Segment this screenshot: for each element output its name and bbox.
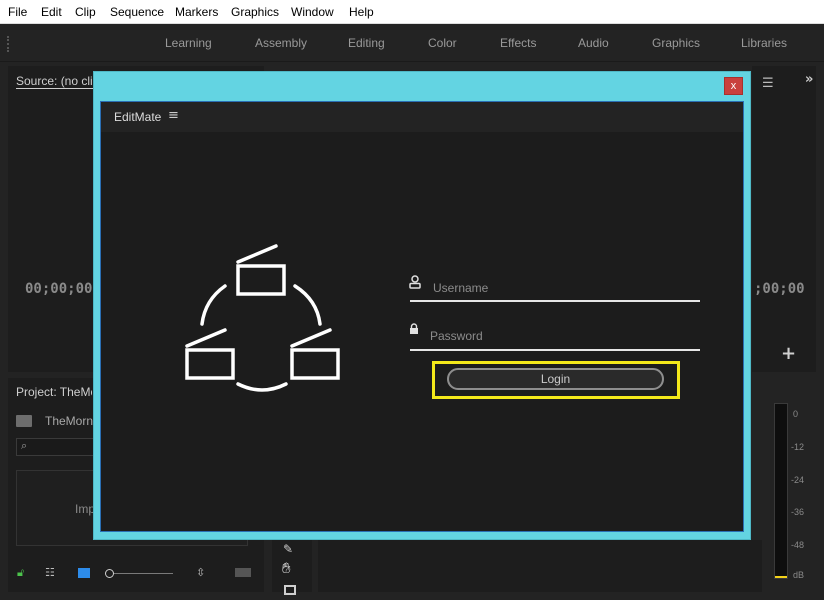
bin-icon — [16, 415, 32, 427]
automate-icon[interactable] — [235, 568, 251, 577]
menu-edit[interactable]: Edit — [41, 5, 62, 19]
list-view-icon[interactable]: ☷ — [45, 566, 55, 579]
editmate-logo — [185, 244, 340, 392]
program-panel — [752, 66, 816, 372]
tab-editing[interactable]: Editing — [348, 36, 385, 50]
source-panel-title[interactable]: Source: (no clip — [16, 74, 94, 89]
import-text: Imp — [75, 502, 96, 516]
audio-meter — [774, 403, 788, 579]
project-bin-name: TheMorni — [45, 414, 93, 428]
meter-label-db: dB — [793, 570, 805, 580]
password-input[interactable]: Password — [430, 329, 483, 343]
menu-clip[interactable]: Clip — [75, 5, 96, 19]
logo-arc-right — [293, 284, 322, 326]
workspace-bar: Learning Assembly Editing Color Effects … — [0, 24, 824, 62]
menu-markers[interactable]: Markers — [175, 5, 218, 19]
logo-arc-bottom — [236, 382, 288, 392]
login-button[interactable]: Login — [447, 368, 664, 390]
timeline-panel — [318, 540, 762, 592]
meter-label-24: -24 — [791, 475, 805, 485]
username-underline — [410, 300, 700, 302]
hamburger-menu-icon[interactable]: ≡ — [168, 108, 179, 123]
meter-label-0: 0 — [793, 409, 799, 419]
expand-chevron-icon[interactable]: » — [805, 72, 813, 87]
icon-view-icon[interactable] — [78, 568, 90, 578]
close-button[interactable]: x — [724, 77, 743, 95]
username-input[interactable]: Username — [433, 281, 488, 295]
search-icon: ⌕ — [21, 439, 28, 452]
hand-tool-icon[interactable]: ✋︎ — [282, 559, 291, 577]
project-panel-title[interactable]: Project: TheMor — [16, 385, 92, 399]
logo-clapper-right-arm — [290, 328, 332, 348]
lock-icon[interactable]: 🔓︎ — [17, 566, 24, 580]
logo-clapper-top-arm — [236, 244, 278, 264]
menu-bar: File Edit Clip Sequence Markers Graphics… — [0, 0, 824, 24]
add-button[interactable]: + — [781, 343, 796, 364]
menu-sequence[interactable]: Sequence — [110, 5, 164, 19]
grip-handle[interactable] — [7, 36, 11, 52]
logo-clapper-top — [236, 264, 286, 296]
meter-label-36: -36 — [791, 507, 805, 517]
tab-color[interactable]: Color — [428, 36, 457, 50]
meter-label-48: -48 — [791, 540, 805, 550]
sort-icon[interactable]: ⇳ — [196, 566, 205, 579]
program-timecode: ;00;00 — [754, 281, 805, 297]
dialog-title: EditMate — [114, 110, 162, 124]
tab-learning[interactable]: Learning — [165, 36, 212, 50]
menu-window[interactable]: Window — [291, 5, 334, 19]
tab-graphics[interactable]: Graphics — [652, 36, 700, 50]
dialog-header — [101, 102, 743, 132]
lock-password-icon — [410, 323, 418, 334]
tab-audio[interactable]: Audio — [578, 36, 609, 50]
menu-file[interactable]: File — [8, 5, 27, 19]
logo-clapper-left-arm — [185, 328, 227, 348]
logo-clapper-right — [290, 348, 340, 380]
pen-tool-icon[interactable]: ✎ — [283, 542, 293, 556]
meter-level — [775, 576, 787, 578]
password-underline — [410, 349, 700, 351]
tab-assembly[interactable]: Assembly — [255, 36, 307, 50]
logo-arc-left — [200, 284, 227, 326]
panel-menu-icon[interactable]: ☰ — [762, 76, 774, 91]
menu-help[interactable]: Help — [349, 5, 374, 19]
tab-effects[interactable]: Effects — [500, 36, 536, 50]
tab-libraries[interactable]: Libraries — [741, 36, 787, 50]
meter-label-12: -12 — [791, 442, 805, 452]
user-icon — [409, 275, 421, 289]
type-tool-icon[interactable] — [284, 585, 296, 595]
logo-clapper-left — [185, 348, 235, 380]
zoom-slider-handle[interactable] — [105, 569, 114, 578]
project-search-input[interactable]: ⌕ — [16, 438, 94, 456]
zoom-slider[interactable] — [105, 569, 173, 578]
menu-graphics[interactable]: Graphics — [231, 5, 279, 19]
